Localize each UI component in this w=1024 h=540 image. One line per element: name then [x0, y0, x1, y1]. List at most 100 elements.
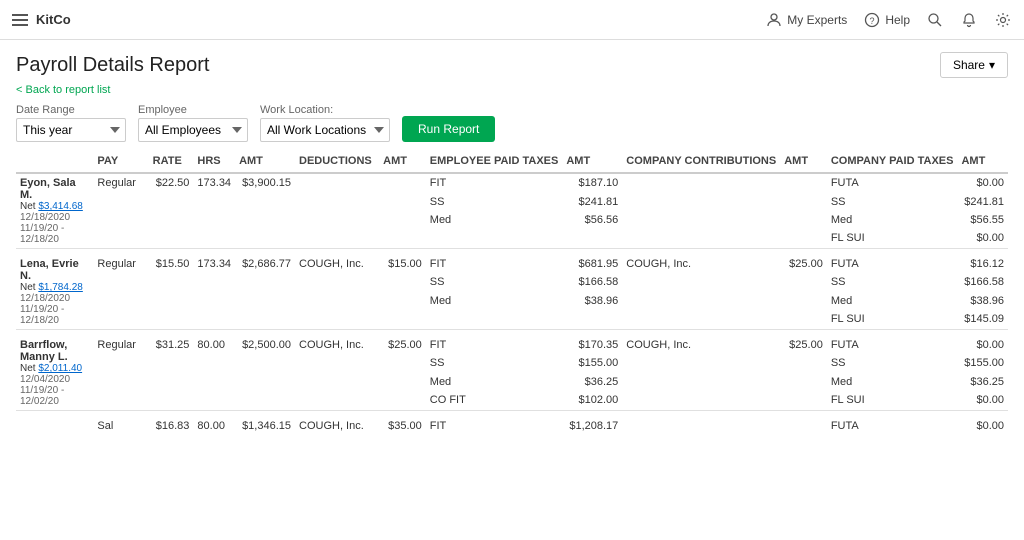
deduction-cell	[295, 354, 379, 372]
comp-tax-cell: FL SUI	[827, 391, 958, 410]
camt-cell	[780, 292, 827, 310]
emp-tax-cell: Med	[426, 292, 563, 310]
amt-cell: $2,500.00	[235, 336, 295, 354]
contrib-cell	[622, 391, 780, 410]
tamt-cell: $0.00	[957, 391, 1008, 410]
rate-cell	[149, 273, 194, 291]
hrs-cell	[193, 273, 235, 291]
rate-cell: $15.50	[149, 255, 194, 273]
camt-cell	[780, 193, 827, 211]
hrs-cell: 173.34	[193, 255, 235, 273]
contrib-cell	[622, 173, 780, 193]
employee-name: Lena, Evrie N.	[20, 258, 89, 282]
search-icon	[926, 11, 944, 29]
hamburger-menu[interactable]	[12, 14, 28, 26]
emp-tax-cell	[426, 229, 563, 248]
search-nav[interactable]	[926, 11, 944, 29]
run-report-button[interactable]: Run Report	[402, 116, 495, 142]
th-eamt: AMT	[562, 150, 622, 173]
eamt-cell: $155.00	[562, 354, 622, 372]
help-label: Help	[885, 13, 910, 27]
pay-cell	[93, 229, 148, 248]
tamt-cell: $0.00	[957, 336, 1008, 354]
damt-cell	[379, 193, 426, 211]
share-label: Share	[953, 58, 985, 72]
rate-cell	[149, 211, 194, 229]
camt-cell	[780, 173, 827, 193]
amt-cell: $3,900.15	[235, 173, 295, 193]
employee-date-range: 11/19/20 - 12/02/20	[20, 385, 89, 407]
data-cell: $35.00	[379, 417, 426, 435]
pay-cell: Regular	[93, 336, 148, 354]
th-deductions: DEDUCTIONS	[295, 150, 379, 173]
contrib-cell	[622, 229, 780, 248]
table-row: Sal$16.8380.00$1,346.15COUGH, Inc.$35.00…	[16, 417, 1008, 435]
settings-nav[interactable]	[994, 11, 1012, 29]
damt-cell	[379, 354, 426, 372]
camt-cell	[780, 273, 827, 291]
eamt-cell: $38.96	[562, 292, 622, 310]
th-contributions: COMPANY CONTRIBUTIONS	[622, 150, 780, 173]
th-damt: AMT	[379, 150, 426, 173]
amt-cell	[235, 354, 295, 372]
employee-name: Eyon, Sala M.	[20, 177, 89, 201]
table-row: CO FIT$102.00FL SUI$0.00	[16, 391, 1008, 410]
deduction-cell	[295, 373, 379, 391]
share-button[interactable]: Share ▾	[940, 52, 1008, 78]
person-icon	[765, 11, 783, 29]
date-range-label: Date Range	[16, 104, 126, 116]
eamt-cell: $681.95	[562, 255, 622, 273]
damt-cell	[379, 173, 426, 193]
rate-cell	[149, 373, 194, 391]
nav-right: My Experts ? Help	[765, 11, 1012, 29]
work-location-select[interactable]: All Work Locations	[260, 118, 390, 142]
tamt-cell: $155.00	[957, 354, 1008, 372]
th-emp-taxes: EMPLOYEE PAID TAXES	[426, 150, 563, 173]
th-pay: PAY	[93, 150, 148, 173]
tamt-cell: $0.00	[957, 229, 1008, 248]
pay-cell	[93, 273, 148, 291]
amt-cell	[235, 310, 295, 329]
amt-cell	[235, 292, 295, 310]
data-cell: $16.83	[149, 417, 194, 435]
back-link[interactable]: Back to report list	[0, 84, 1024, 100]
emp-tax-cell: Med	[426, 373, 563, 391]
help-nav[interactable]: ? Help	[863, 11, 910, 29]
tamt-cell: $36.25	[957, 373, 1008, 391]
camt-cell	[780, 310, 827, 329]
svg-text:?: ?	[870, 16, 875, 26]
contrib-cell	[622, 292, 780, 310]
tamt-cell: $145.09	[957, 310, 1008, 329]
comp-tax-cell: FL SUI	[827, 229, 958, 248]
employee-select[interactable]: All Employees	[138, 118, 248, 142]
hrs-cell	[193, 211, 235, 229]
camt-cell	[780, 354, 827, 372]
deduction-cell	[295, 273, 379, 291]
my-experts-nav[interactable]: My Experts	[765, 11, 847, 29]
hrs-cell	[193, 373, 235, 391]
date-range-select[interactable]: This year	[16, 118, 126, 142]
camt-cell	[780, 391, 827, 410]
brand-name: KitCo	[36, 12, 71, 27]
comp-tax-cell: Med	[827, 373, 958, 391]
eamt-cell	[562, 229, 622, 248]
deduction-cell	[295, 292, 379, 310]
rate-cell	[149, 354, 194, 372]
hrs-cell	[193, 391, 235, 410]
damt-cell	[379, 391, 426, 410]
employee-cell: Lena, Evrie N. Net $1,784.28 12/18/2020 …	[16, 255, 93, 330]
deduction-cell	[295, 211, 379, 229]
employee-cell: Eyon, Sala M. Net $3,414.68 12/18/2020 1…	[16, 173, 93, 249]
table-row: SS$241.81SS$241.81	[16, 193, 1008, 211]
notifications-nav[interactable]	[960, 11, 978, 29]
hrs-cell	[193, 292, 235, 310]
table-header-row: PAY RATE HRS AMT DEDUCTIONS AMT EMPLOYEE…	[16, 150, 1008, 173]
data-cell: $0.00	[957, 417, 1008, 435]
comp-tax-cell: FUTA	[827, 336, 958, 354]
emp-tax-cell: CO FIT	[426, 391, 563, 410]
page-title: Payroll Details Report	[16, 54, 209, 77]
amt-cell	[235, 229, 295, 248]
empty-employee-cell	[16, 417, 93, 435]
nav-left: KitCo	[12, 12, 71, 27]
pay-cell	[93, 310, 148, 329]
